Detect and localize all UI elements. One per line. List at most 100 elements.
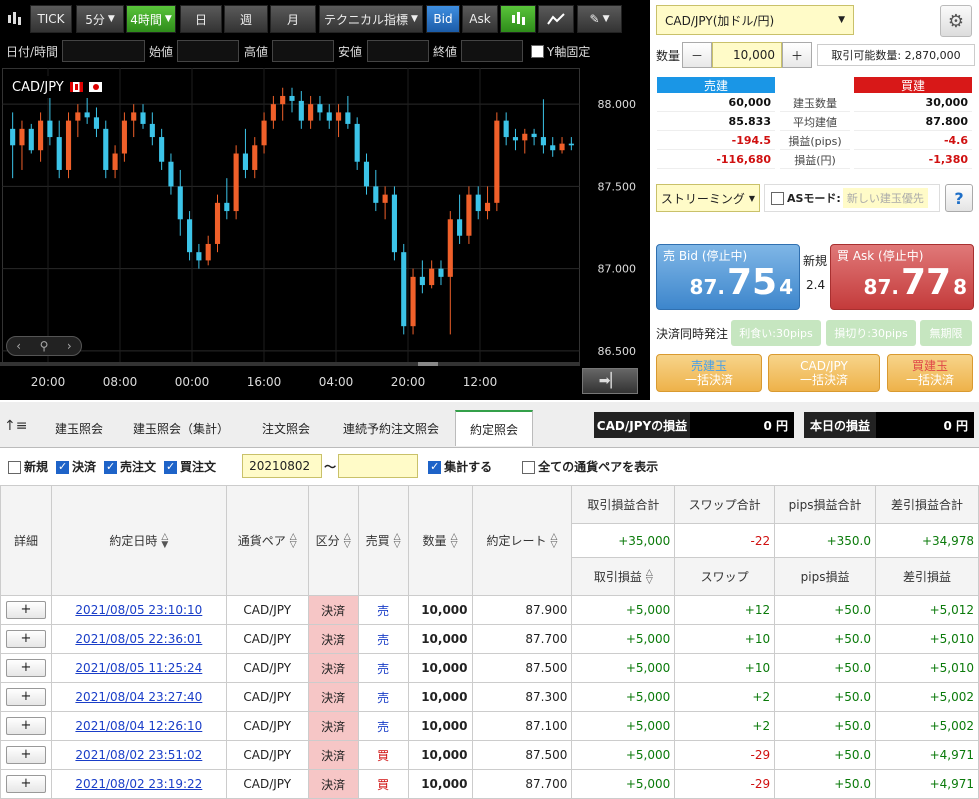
tab-positions[interactable]: 建玉照会: [38, 410, 120, 446]
date-to-input[interactable]: [338, 454, 419, 478]
chart-zoom-control[interactable]: ‹ ⚲ ›: [6, 336, 82, 356]
tab-linked-orders[interactable]: 連続予約注文照会: [330, 410, 452, 446]
sort-icon[interactable]: △ ▽: [550, 533, 557, 550]
checkbox[interactable]: [428, 460, 442, 474]
pips-cell: +50.0: [774, 740, 876, 770]
expand-detail-button[interactable]: +: [5, 630, 46, 648]
quantity-increment-button[interactable]: ＋: [782, 42, 812, 68]
streaming-dropdown[interactable]: ストリーミング ▼: [656, 184, 760, 212]
sort-icon[interactable]: △ ▽: [646, 569, 653, 586]
quantity-decrement-button[interactable]: －: [682, 42, 712, 68]
header-rate[interactable]: 約定レート △ ▽: [471, 485, 573, 596]
checkbox[interactable]: [56, 460, 70, 474]
as-mode-checkbox[interactable]: ASモード: 新しい建玉優先: [764, 184, 940, 212]
expand-detail-button[interactable]: +: [5, 775, 46, 793]
execution-date-link[interactable]: 2021/08/04 23:27:40: [50, 682, 227, 712]
sell-price-tail: 4: [779, 275, 793, 299]
filter-sell-checkbox[interactable]: 売注文: [104, 458, 156, 475]
execution-date-link[interactable]: 2021/08/02 23:51:02: [50, 740, 227, 770]
total-pips: +350.0: [774, 523, 876, 558]
header-date[interactable]: 約定日時 △ ▼: [50, 485, 227, 596]
checkbox[interactable]: [104, 460, 118, 474]
filter-new-checkbox[interactable]: 新規: [8, 458, 48, 475]
header-qty[interactable]: 数量 △ ▽: [407, 485, 473, 596]
sort-menu-icon[interactable]: ↑≡: [4, 418, 27, 434]
expand-detail-button[interactable]: +: [5, 659, 46, 677]
expand-detail-button[interactable]: +: [5, 601, 46, 619]
tab-positions-aggregate[interactable]: 建玉照会（集計）: [122, 410, 240, 446]
net-cell: +5,012: [875, 595, 979, 625]
bulk-settle-pair-button[interactable]: CAD/JPY 一括決済: [768, 354, 880, 392]
scroll-right-icon[interactable]: ›: [67, 339, 72, 353]
quantity-input[interactable]: 10,000: [712, 42, 782, 68]
sort-icon[interactable]: △ ▼: [161, 533, 168, 550]
net-cell: +5,002: [875, 711, 979, 741]
sort-icon[interactable]: △ ▽: [451, 533, 458, 550]
candle-body: [75, 112, 81, 121]
filter-settle-checkbox[interactable]: 決済: [56, 458, 96, 475]
execution-date-link[interactable]: 2021/08/04 12:26:10: [50, 711, 227, 741]
tab-executions[interactable]: 約定照会: [455, 410, 533, 446]
buy-position-value: -4.6: [854, 132, 972, 150]
currency-pair-select[interactable]: CAD/JPY(加ドル/円) ▼: [656, 5, 854, 35]
scroll-left-icon[interactable]: ‹: [16, 339, 21, 353]
stop-loss-toggle[interactable]: 損切り:30pips: [826, 320, 916, 346]
checkbox[interactable]: [522, 460, 536, 474]
filter-buy-checkbox[interactable]: 買注文: [164, 458, 216, 475]
tab-orders[interactable]: 注文照会: [246, 410, 326, 446]
candle-body: [522, 133, 528, 141]
execution-date-link[interactable]: 2021/08/05 11:25:24: [50, 653, 227, 683]
aggregate-checkbox[interactable]: 集計する: [428, 458, 492, 475]
execution-date-link[interactable]: 2021/08/05 22:36:01: [50, 624, 227, 654]
sort-icon[interactable]: △ ▽: [290, 533, 297, 550]
net-cell: +5,010: [875, 624, 979, 654]
filter-settle-label: 決済: [72, 459, 97, 474]
header-side[interactable]: 売買 △ ▽: [357, 485, 409, 596]
bulk-settle-sell-button[interactable]: 売建玉 一括決済: [656, 354, 762, 392]
help-icon[interactable]: ?: [945, 184, 973, 212]
checkbox[interactable]: [771, 191, 784, 205]
jump-to-latest-button[interactable]: ➡▏: [582, 368, 638, 394]
expand-detail-button[interactable]: +: [5, 746, 46, 764]
expand-detail-button[interactable]: +: [5, 688, 46, 706]
spread-label: 新規: [803, 254, 828, 268]
sort-icon[interactable]: △ ▽: [344, 533, 351, 550]
swap-cell: +10: [674, 653, 776, 683]
candle-body: [484, 202, 491, 212]
checkbox[interactable]: [8, 460, 21, 474]
candle-body: [326, 112, 332, 121]
y-tick-label: 88.000: [598, 98, 637, 111]
expand-detail-button[interactable]: +: [5, 717, 46, 735]
net-cell: +4,971: [875, 769, 979, 799]
chart-symbol-label: CAD/JPY: [6, 76, 108, 98]
qty-cell: 10,000: [407, 682, 473, 712]
swap-cell: +2: [674, 682, 776, 712]
zoom-search-icon[interactable]: ⚲: [40, 339, 49, 353]
header-swap: スワップ: [674, 557, 776, 596]
candle-body: [568, 143, 574, 146]
all-pairs-checkbox[interactable]: 全ての通貨ペアを表示: [522, 458, 658, 475]
buy-ask-button[interactable]: 買 Ask (停止中) 87. 77 8: [830, 244, 974, 310]
sell-bid-button[interactable]: 売 Bid (停止中) 87. 75 4: [656, 244, 800, 310]
x-tick-label: 20:00: [391, 375, 426, 389]
take-profit-toggle[interactable]: 利食い:30pips: [731, 320, 821, 346]
rate-cell: 87.700: [471, 624, 573, 654]
sort-icon[interactable]: △ ▽: [394, 533, 401, 550]
header-kubun[interactable]: 区分 △ ▽: [307, 485, 359, 596]
checkbox[interactable]: [164, 460, 178, 474]
pair-cell: CAD/JPY: [225, 653, 309, 683]
candle-body: [317, 104, 323, 113]
chart-scrollbar[interactable]: [0, 362, 580, 366]
candle-body: [112, 153, 118, 170]
execution-date-link[interactable]: 2021/08/05 23:10:10: [50, 595, 227, 625]
expiry-toggle[interactable]: 無期限: [920, 320, 972, 346]
header-pair[interactable]: 通貨ペア △ ▽: [225, 485, 309, 596]
settings-gear-icon[interactable]: ⚙: [940, 5, 972, 37]
header-pl[interactable]: 取引損益 △ ▽: [571, 557, 676, 596]
bulk-pair-title: CAD/JPY: [800, 359, 848, 373]
date-from-input[interactable]: 20210802: [242, 454, 323, 478]
x-tick-label: 04:00: [319, 375, 354, 389]
qty-cell: 10,000: [407, 595, 473, 625]
execution-date-link[interactable]: 2021/08/02 23:19:22: [50, 769, 227, 799]
bulk-settle-buy-button[interactable]: 買建玉 一括決済: [887, 354, 973, 392]
